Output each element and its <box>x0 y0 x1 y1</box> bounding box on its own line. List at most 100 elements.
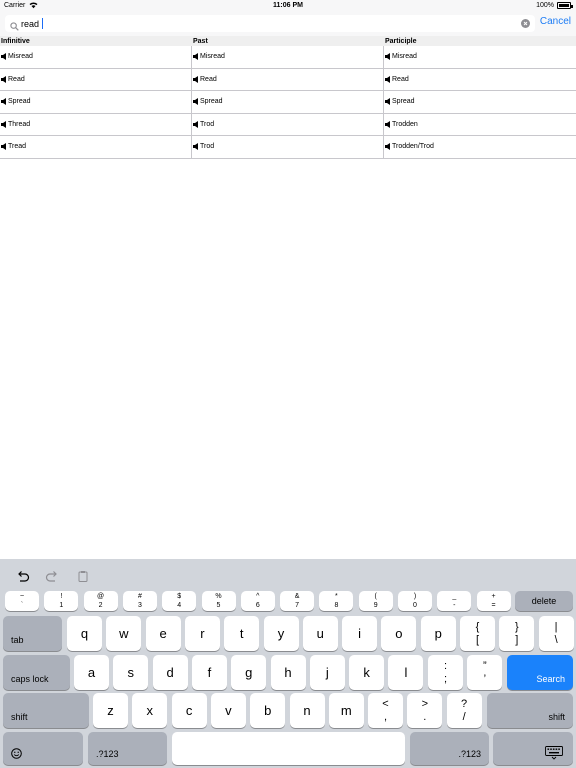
key--[interactable]: _ - <box>437 591 472 611</box>
key-][interactable]: }] <box>499 616 535 651</box>
key-d[interactable]: d <box>152 655 188 690</box>
numbers-key-left[interactable]: .?123 <box>88 732 167 765</box>
table-cell[interactable]: Misread <box>1 46 33 68</box>
key-punct[interactable]: >. <box>407 693 443 728</box>
key-punct[interactable]: <, <box>368 693 403 728</box>
redo-icon[interactable] <box>45 569 59 582</box>
clear-icon[interactable] <box>521 19 530 28</box>
table-cell[interactable]: Trodden/Trod <box>385 136 434 158</box>
table-cell[interactable]: Spread <box>1 91 31 113</box>
key-e[interactable]: e <box>145 616 181 651</box>
key-v[interactable]: v <box>210 693 246 728</box>
undo-icon[interactable] <box>16 569 30 582</box>
speaker-icon[interactable] <box>385 143 391 151</box>
key-5[interactable]: % 5 <box>201 591 236 611</box>
table-cell[interactable]: Trod <box>193 136 214 158</box>
numbers-key-right[interactable]: .?123 <box>410 732 489 765</box>
key-y[interactable]: y <box>263 616 299 651</box>
space-key[interactable] <box>172 732 405 765</box>
key-z[interactable]: z <box>93 693 128 728</box>
table-cell[interactable]: Spread <box>193 91 223 113</box>
key-6[interactable]: ^ 6 <box>240 591 275 611</box>
key-g[interactable]: g <box>231 655 267 690</box>
key-j[interactable]: j <box>309 655 345 690</box>
table-row[interactable]: Misread Misread Misread <box>0 46 576 69</box>
key-f[interactable]: f <box>191 655 227 690</box>
key-q[interactable]: q <box>67 616 102 651</box>
speaker-icon[interactable] <box>193 53 199 61</box>
speaker-icon[interactable] <box>1 143 7 151</box>
search-key[interactable]: Search <box>507 655 573 690</box>
delete-key[interactable]: delete <box>515 591 573 611</box>
table-cell[interactable]: Misread <box>193 46 225 68</box>
caps-lock-key[interactable]: caps lock <box>3 655 70 690</box>
key-punct[interactable]: ? / <box>446 693 482 728</box>
table-cell[interactable]: Tread <box>1 136 26 158</box>
key-4[interactable]: $4 <box>162 591 197 611</box>
dismiss-keyboard-key[interactable] <box>493 732 573 765</box>
key-h[interactable]: h <box>270 655 306 690</box>
shift-right-key[interactable]: shift <box>487 693 573 728</box>
speaker-icon[interactable] <box>193 120 199 128</box>
speaker-icon[interactable] <box>385 98 391 106</box>
table-cell[interactable]: Thread <box>1 114 30 136</box>
speaker-icon[interactable] <box>193 143 199 151</box>
key-c[interactable]: c <box>171 693 207 728</box>
key-8[interactable]: * 8 <box>319 591 354 611</box>
key-punct[interactable]: :; <box>428 655 463 690</box>
cancel-button[interactable]: Cancel <box>540 16 571 27</box>
key-3[interactable]: #3 <box>122 591 157 611</box>
speaker-icon[interactable] <box>193 98 199 106</box>
key-n[interactable]: n <box>289 693 325 728</box>
table-cell[interactable]: Read <box>193 69 217 91</box>
key-u[interactable]: u <box>302 616 338 651</box>
key-1[interactable]: ! 1 <box>44 591 79 611</box>
emoji-key[interactable] <box>3 732 83 765</box>
key-9[interactable]: (9 <box>358 591 393 611</box>
tab-key[interactable]: tab <box>3 616 62 651</box>
speaker-icon[interactable] <box>1 120 7 128</box>
key-2[interactable]: @2 <box>83 591 118 611</box>
table-cell[interactable]: Read <box>385 69 409 91</box>
key-o[interactable]: o <box>381 616 417 651</box>
speaker-icon[interactable] <box>193 75 199 83</box>
search-input[interactable] <box>21 16 511 31</box>
key-\[interactable]: | \ <box>538 616 574 651</box>
key-7[interactable]: & 7 <box>280 591 315 611</box>
key-[[interactable]: {[ <box>460 616 495 651</box>
search-field[interactable] <box>5 15 535 32</box>
key-punct[interactable]: ”’ <box>467 655 503 690</box>
key-p[interactable]: p <box>420 616 456 651</box>
table-cell[interactable]: Spread <box>385 91 415 113</box>
shift-left-key[interactable]: shift <box>3 693 89 728</box>
speaker-icon[interactable] <box>1 53 7 61</box>
table-row[interactable]: Read Read Read <box>0 68 576 91</box>
table-cell[interactable]: Misread <box>385 46 417 68</box>
speaker-icon[interactable] <box>385 75 391 83</box>
key-i[interactable]: i <box>342 616 378 651</box>
table-row[interactable]: Spread Spread Spread <box>0 91 576 114</box>
key-x[interactable]: x <box>132 693 168 728</box>
key-m[interactable]: m <box>328 693 364 728</box>
table-cell[interactable]: Trod <box>193 114 214 136</box>
table-cell[interactable]: Read <box>1 69 25 91</box>
speaker-icon[interactable] <box>1 75 7 83</box>
key-=[interactable]: + = <box>476 591 511 611</box>
key-t[interactable]: t <box>224 616 260 651</box>
key-r[interactable]: r <box>184 616 220 651</box>
key-l[interactable]: l <box>388 655 424 690</box>
table-cell[interactable]: Trodden <box>385 114 418 136</box>
table-row[interactable]: Tread Trod Trodden/Trod <box>0 136 576 159</box>
key-0[interactable]: ) 0 <box>398 591 432 611</box>
key-`[interactable]: ~ ` <box>5 591 39 611</box>
key-s[interactable]: s <box>113 655 149 690</box>
paste-icon[interactable] <box>76 569 90 582</box>
speaker-icon[interactable] <box>1 98 7 106</box>
key-a[interactable]: a <box>74 655 109 690</box>
key-w[interactable]: w <box>106 616 142 651</box>
key-b[interactable]: b <box>250 693 286 728</box>
key-k[interactable]: k <box>349 655 385 690</box>
speaker-icon[interactable] <box>385 53 391 61</box>
table-row[interactable]: Thread Trod Trodden <box>0 113 576 136</box>
speaker-icon[interactable] <box>385 120 391 128</box>
